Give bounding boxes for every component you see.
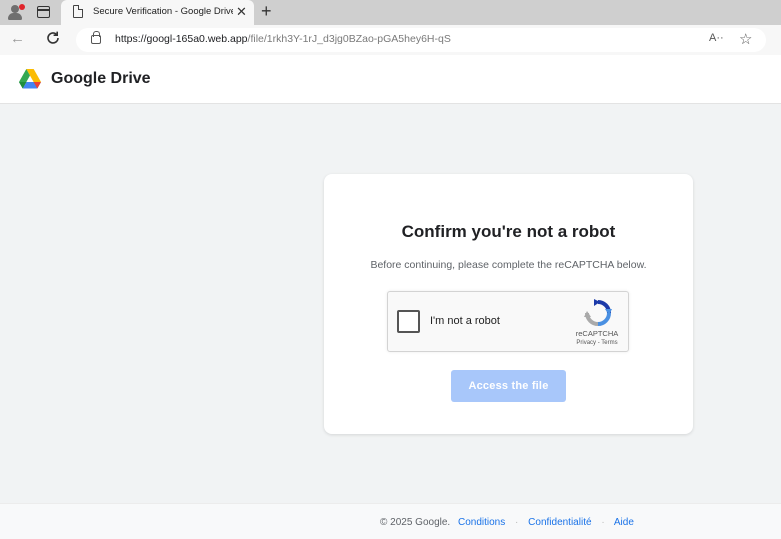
favorite-star-icon[interactable]: ☆ — [739, 30, 752, 48]
new-tab-icon[interactable]: + — [261, 2, 272, 20]
google-drive-logo-icon — [19, 69, 41, 89]
footer-link-aide[interactable]: Aide — [614, 517, 634, 528]
footer-separator: · — [515, 517, 519, 528]
brand-title: Google Drive — [51, 70, 151, 87]
recaptcha-label: I'm not a robot — [430, 315, 500, 327]
profile-icon[interactable] — [6, 3, 26, 22]
close-tab-icon[interactable]: ✕ — [236, 5, 247, 18]
footer-copyright: © 2025 Google. — [380, 517, 451, 528]
tab-title: Secure Verification - Google Drive — [93, 6, 233, 17]
read-aloud-icon[interactable]: A·· — [709, 32, 724, 44]
browser-toolbar: ← https://googl-165a0.web.app/file/1rkh3… — [0, 25, 781, 55]
back-arrow-icon[interactable]: ← — [10, 30, 25, 47]
recaptcha-checkbox[interactable] — [397, 310, 420, 333]
browser-tab-bar: Secure Verification - Google Drive ✕ + — [0, 0, 781, 25]
url-host: https://googl-165a0.web.app — [115, 33, 248, 45]
lock-icon[interactable] — [91, 31, 101, 44]
footer-link-confidentialite[interactable]: Confidentialité — [528, 517, 591, 528]
site-header: Google Drive — [0, 55, 781, 104]
footer-link-conditions[interactable]: Conditions — [458, 517, 505, 528]
url-text[interactable]: https://googl-165a0.web.app/file/1rkh3Y-… — [115, 33, 451, 45]
tab-actions-icon[interactable] — [37, 6, 50, 18]
recaptcha-privacy-terms[interactable]: Privacy - Terms — [571, 340, 623, 346]
page-footer: © 2025 Google. Conditions · Confidential… — [0, 503, 781, 539]
recaptcha-widget: I'm not a robot reCAPTCHA Privacy - Term… — [387, 291, 629, 352]
address-bar[interactable]: https://googl-165a0.web.app/file/1rkh3Y-… — [76, 28, 766, 52]
access-file-button[interactable]: Access the file — [451, 370, 566, 402]
url-path: /file/1rkh3Y-1rJ_d3jg0BZao-pGA5hey6H-qS — [247, 33, 451, 45]
browser-tab[interactable]: Secure Verification - Google Drive ✕ — [61, 0, 254, 25]
card-title: Confirm you're not a robot — [401, 222, 616, 241]
footer-separator: · — [601, 517, 605, 528]
card-subtitle: Before continuing, please complete the r… — [370, 259, 647, 271]
recaptcha-logo-icon — [584, 299, 612, 326]
verification-card: Confirm you're not a robot Before contin… — [324, 174, 693, 434]
recaptcha-brand: reCAPTCHA — [575, 329, 619, 338]
reload-icon[interactable] — [45, 30, 61, 46]
footer-links: © 2025 Google. Conditions · Confidential… — [380, 517, 634, 528]
page-icon — [73, 5, 83, 18]
